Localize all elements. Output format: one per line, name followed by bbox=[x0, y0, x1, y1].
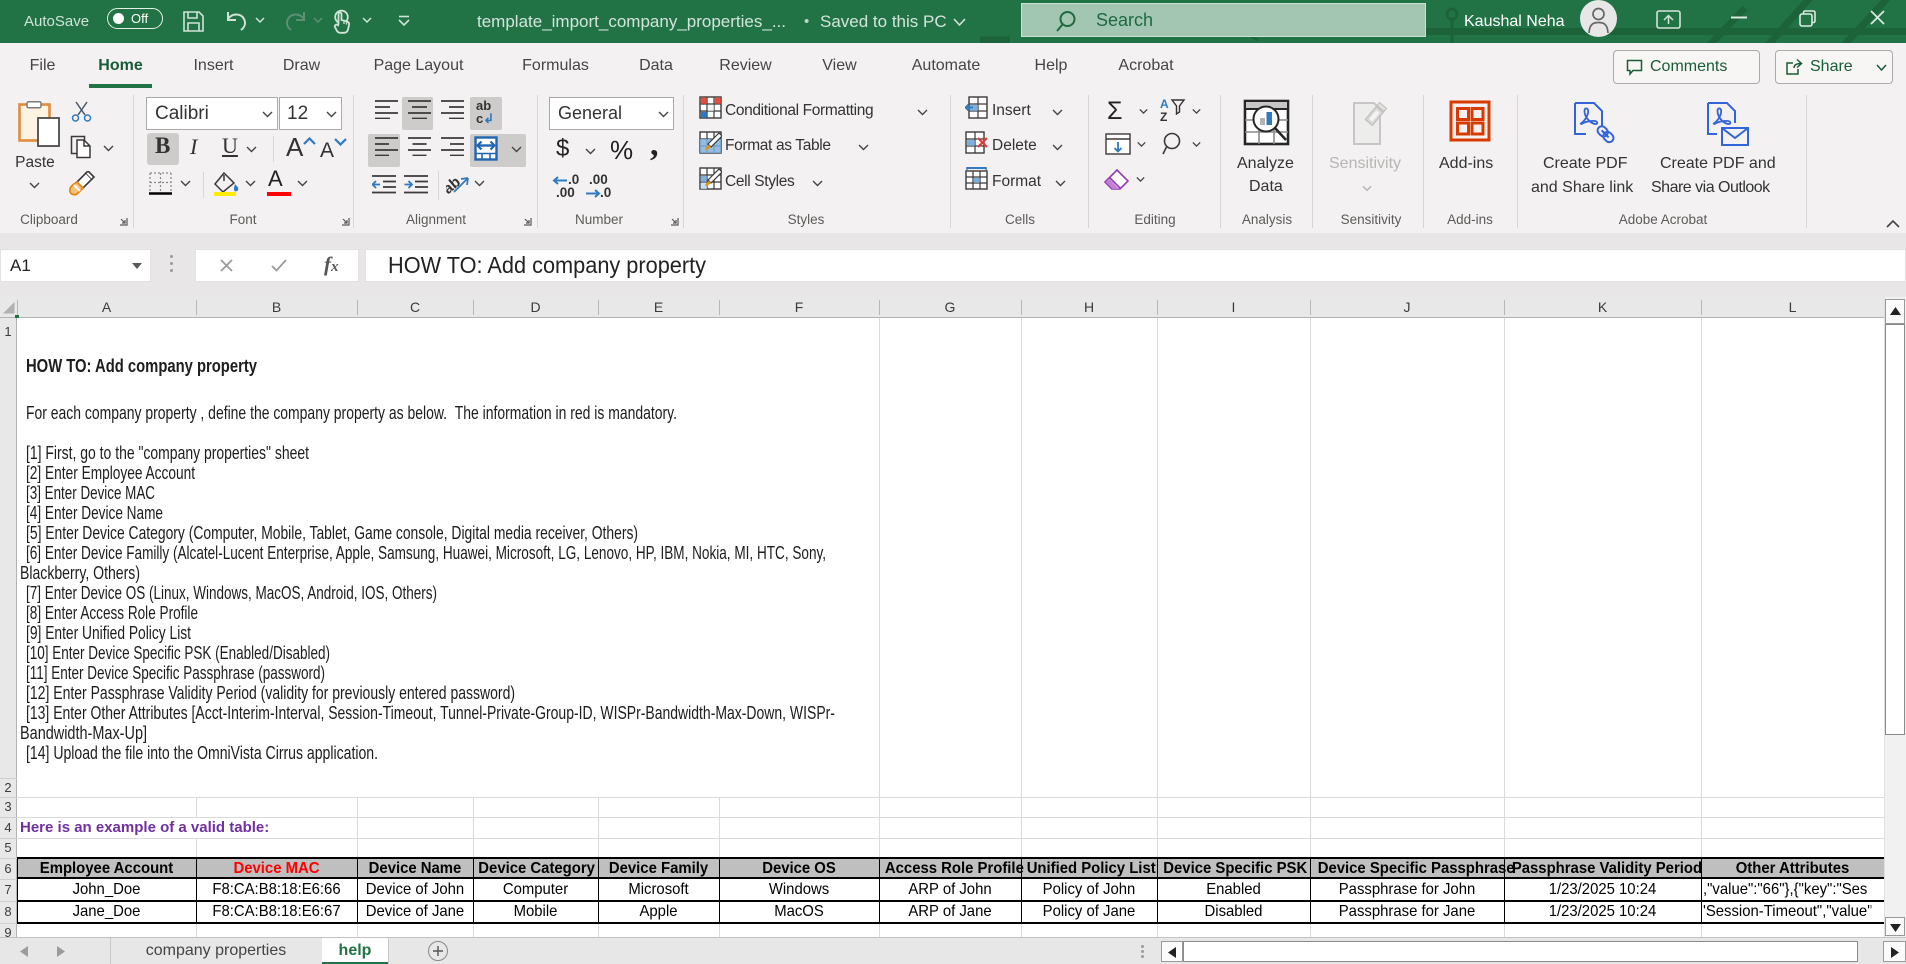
svg-text:Z: Z bbox=[1160, 110, 1167, 122]
